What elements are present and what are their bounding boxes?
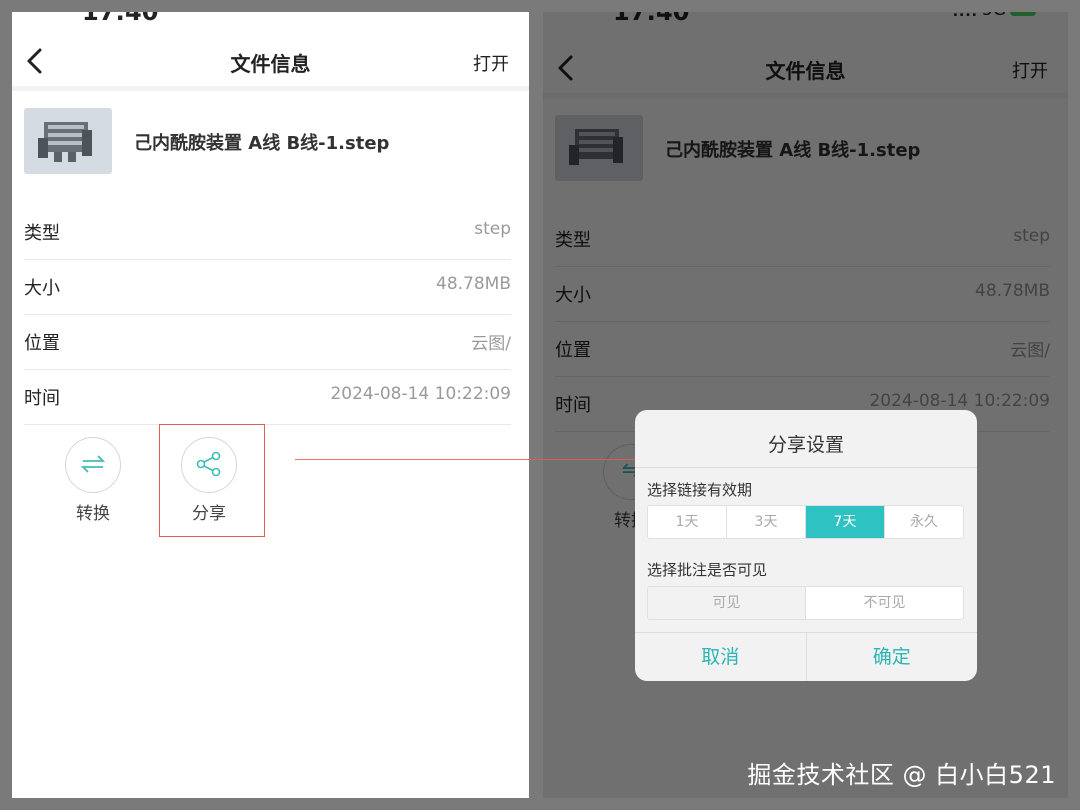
dialog-title: 分享设置 <box>767 434 844 456</box>
file-thumbnail <box>24 108 112 174</box>
convert-button[interactable]: 转换 <box>53 437 133 537</box>
info-row-type: 类型 step <box>24 204 511 260</box>
comments-visibility-selector: 可见 不可见 <box>647 586 964 620</box>
file-name: 己内酰胺装置 A线 B线-1.step <box>134 133 390 154</box>
validity-option-permanent[interactable]: 永久 <box>885 506 963 538</box>
status-time: 17:40 <box>82 12 159 26</box>
file-header: 己内酰胺装置 A线 B线-1.step <box>24 108 517 174</box>
cancel-button[interactable]: 取消 <box>635 633 807 681</box>
info-value: 云图/ <box>471 334 511 354</box>
watermark: 掘金技术社区 @ 白小白521 <box>747 761 1056 789</box>
info-label: 类型 <box>24 223 60 244</box>
info-label: 位置 <box>24 333 60 354</box>
comments-option-hidden[interactable]: 不可见 <box>806 587 963 619</box>
info-row-location: 位置 云图/ <box>24 314 511 370</box>
convert-label: 转换 <box>76 504 110 524</box>
dialog-buttons: 取消 确定 <box>635 633 977 681</box>
info-value: step <box>474 219 511 239</box>
info-value: 2024-08-14 10:22:09 <box>330 384 511 404</box>
info-row-time: 时间 2024-08-14 10:22:09 <box>24 369 511 425</box>
validity-option-3days[interactable]: 3天 <box>727 506 806 538</box>
info-value: 48.78MB <box>436 274 511 294</box>
nav-divider <box>12 86 529 91</box>
validity-option-7days[interactable]: 7天 <box>806 506 885 538</box>
confirm-button[interactable]: 确定 <box>807 633 978 681</box>
validity-option-1day[interactable]: 1天 <box>648 506 727 538</box>
open-button[interactable]: 打开 <box>473 50 509 76</box>
validity-label: 选择链接有效期 <box>647 481 753 499</box>
cad-model-icon <box>38 122 92 162</box>
info-row-size: 大小 48.78MB <box>24 259 511 315</box>
highlight-connector-line <box>295 459 678 460</box>
phone-screen-file-info: 17:40 文件信息 打开 己内酰胺装置 A线 B线-1.step 类型 ste… <box>12 12 529 798</box>
dialog-divider <box>635 467 977 468</box>
validity-selector: 1天 3天 7天 永久 <box>647 505 964 539</box>
status-bar: 17:40 <box>12 12 529 26</box>
comments-option-visible[interactable]: 可见 <box>648 587 806 619</box>
convert-arrows-icon <box>65 437 121 493</box>
info-label: 时间 <box>24 388 60 409</box>
share-settings-dialog: 分享设置 选择链接有效期 1天 3天 7天 永久 选择批注是否可见 可见 不可见… <box>635 410 977 681</box>
share-highlight-box <box>159 424 265 537</box>
comments-visibility-label: 选择批注是否可见 <box>647 561 768 579</box>
info-label: 大小 <box>24 278 60 299</box>
page-title: 文件信息 <box>230 52 311 76</box>
nav-bar: 文件信息 打开 <box>12 36 529 86</box>
